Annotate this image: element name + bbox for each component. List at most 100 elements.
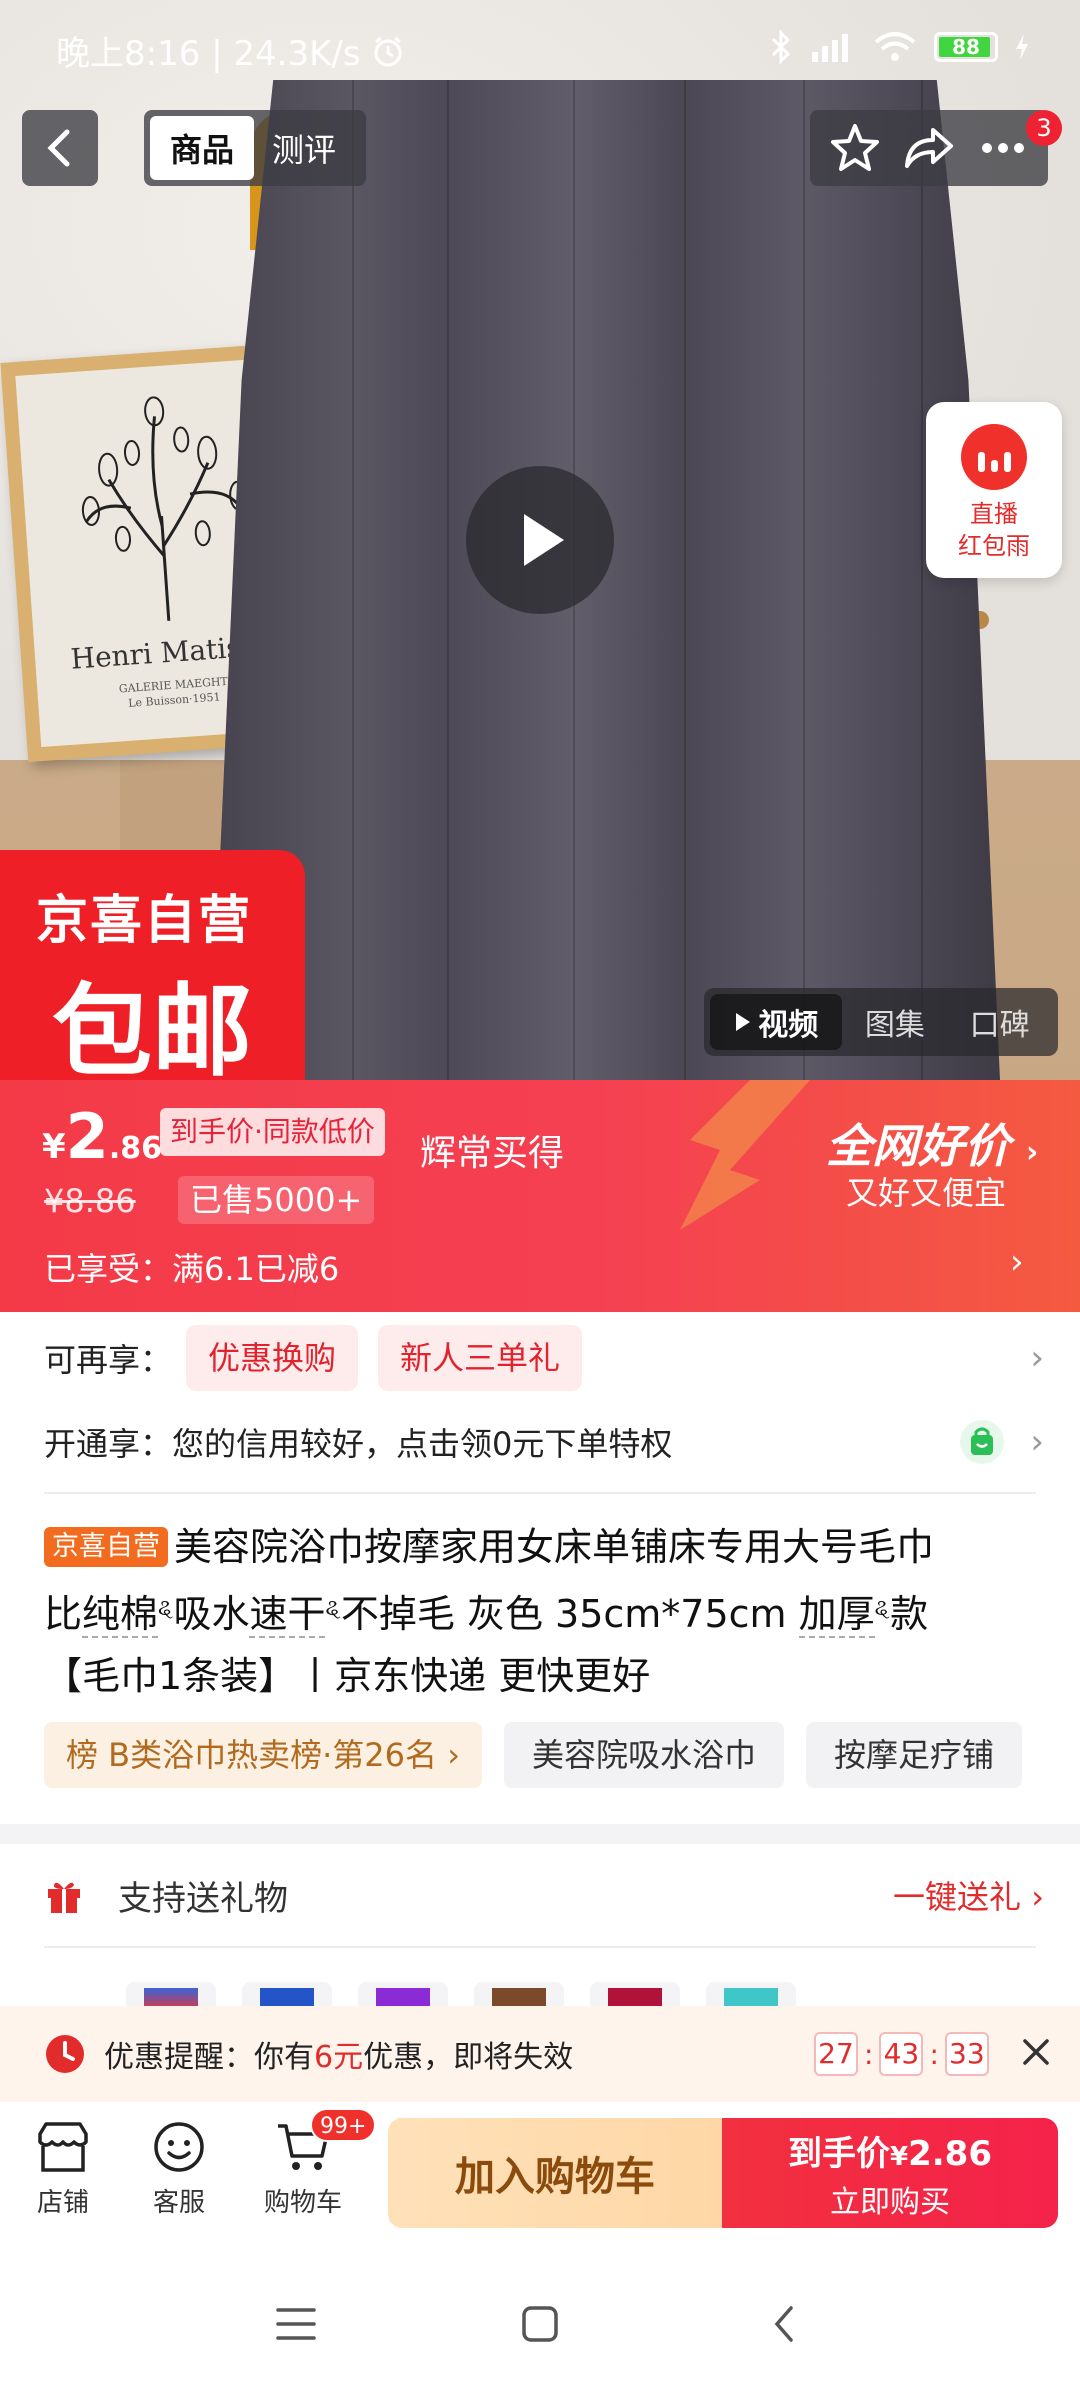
back-arrow-icon	[47, 129, 70, 167]
chip-exchange[interactable]: 优惠换购	[186, 1325, 359, 1391]
cart-label: 购物车	[263, 2188, 342, 2218]
coupon-text-a: 优惠提醒：你有	[104, 2040, 314, 2075]
top-right-actions	[810, 110, 1048, 186]
buy-now-button[interactable]: 到手价 ¥ 2.86 立即购买	[722, 2118, 1058, 2228]
tab-review[interactable]: 测评	[254, 116, 354, 180]
badge-main-text: 包邮	[52, 973, 252, 1090]
price-slogan: 辉常买得	[420, 1133, 565, 1174]
price-tag: 到手价·同款低价	[160, 1108, 385, 1156]
gift-row[interactable]: 支持送礼物 一键送礼 ›	[44, 1862, 1044, 1928]
customer-service-button[interactable]: 客服	[124, 2120, 234, 2219]
chip-newcomer[interactable]: 新人三单礼	[378, 1325, 583, 1391]
price-banner[interactable]: ¥ 2 .86 到手价·同款低价 辉常买得 ¥8.86 已售5000+ 全网好价…	[0, 1080, 1080, 1312]
tag-chip-massage[interactable]: 按摩足疗铺	[806, 1722, 1023, 1788]
media-tab-video[interactable]: 视频	[710, 994, 843, 1050]
credit-privilege-row[interactable]: 开通享：您的信用较好，点击领0元下单特权 ›	[44, 1412, 1044, 1472]
final-price: ¥ 2 .86	[42, 1100, 162, 1173]
store-button[interactable]: 店铺	[8, 2120, 118, 2219]
best-price-subtitle: 又好又便宜	[846, 1174, 1007, 1212]
extra-benefits-label: 可再享：	[44, 1341, 173, 1379]
title-keyword-thick[interactable]: 加厚	[798, 1592, 875, 1638]
ranking-chip[interactable]: 榜 B类浴巾热卖榜·第26名 ›	[44, 1722, 482, 1788]
tab-product[interactable]: 商品	[150, 116, 254, 180]
clock-icon	[46, 2035, 84, 2073]
price-integer: 2	[65, 1100, 109, 1173]
cart-count-badge: 99+	[310, 2108, 377, 2142]
gift-icon	[48, 1882, 80, 1913]
menu-icon	[276, 2308, 316, 2340]
search-small-icon: ୡ	[325, 1596, 341, 1621]
shopping-bag-icon	[960, 1420, 1004, 1464]
title-keyword-cotton[interactable]: 纯棉	[82, 1592, 159, 1638]
buy-currency: ¥	[890, 2141, 909, 2172]
buy-now-label: 立即购买	[830, 2184, 950, 2220]
timer-seconds: 33	[944, 2032, 989, 2076]
divider	[44, 1946, 1036, 1948]
favorite-button[interactable]	[823, 116, 887, 180]
buy-price: 2.86	[908, 2133, 992, 2174]
status-bar: 晚上8:16 | 24.3K/s 88	[0, 0, 1080, 96]
cellular-signal-icon	[812, 34, 848, 62]
credit-privilege-text: 开通享：您的信用较好，点击领0元下单特权	[44, 1425, 673, 1463]
price-currency: ¥	[42, 1127, 66, 1167]
coupon-reminder-text: 优惠提醒：你有6元优惠，即将失效	[104, 2032, 573, 2076]
search-small-icon: ୡ	[874, 1596, 891, 1621]
buy-price-prefix: 到手价	[788, 2133, 890, 2174]
coupon-amount: 6元	[314, 2040, 364, 2075]
share-button[interactable]	[897, 116, 961, 180]
extra-benefits-row[interactable]: 可再享： 优惠换购 新人三单礼 ›	[44, 1324, 1044, 1392]
alarm-icon	[374, 36, 402, 66]
timer-minutes: 43	[879, 2032, 924, 2076]
down-arrow-decoration	[680, 1080, 810, 1230]
chevron-right-icon: ›	[1010, 1242, 1024, 1282]
top-tab-switcher: 商品 测评	[144, 110, 366, 186]
buy-price-line: 到手价 ¥ 2.86	[788, 2126, 992, 2175]
best-price-label: 全网好价	[826, 1119, 1010, 1173]
search-small-icon: ୡ	[158, 1596, 174, 1621]
product-title: 京喜自营 美容院浴巾按摩家用女床单铺床专用大号毛巾 比纯棉ୡ吸水速干ୡ不掉毛 灰色…	[44, 1516, 1044, 1707]
charging-icon	[1016, 34, 1028, 60]
rank-tags-row: 榜 B类浴巾热卖榜·第26名 › 美容院吸水浴巾 按摩足疗铺	[44, 1722, 1023, 1788]
share-icon	[905, 128, 953, 168]
system-back-button[interactable]	[754, 2294, 814, 2354]
coupon-reminder[interactable]: 优惠提醒：你有6元优惠，即将失效 27: 43: 33	[0, 2006, 1080, 2102]
media-tab-video-label: 视频	[758, 1008, 819, 1043]
play-video-button[interactable]	[466, 466, 614, 614]
ranking-label: 榜 B类浴巾热卖榜·第26名	[66, 1736, 438, 1774]
battery-icon: 88	[934, 32, 998, 62]
add-to-cart-button[interactable]: 加入购物车	[388, 2118, 722, 2228]
recent-apps-button[interactable]	[266, 2294, 326, 2354]
section-gap	[0, 1824, 1080, 1844]
countdown-timer: 27: 43: 33	[814, 2032, 989, 2076]
status-time-speed: 晚上8:16 | 24.3K/s	[56, 34, 361, 74]
title-segment: 不掉毛 灰色 35cm*75cm	[340, 1592, 799, 1636]
title-keyword-quickdry[interactable]: 速干	[249, 1592, 326, 1638]
message-count-badge: 3	[1026, 110, 1062, 146]
best-price-title[interactable]: 全网好价 ›	[826, 1110, 1038, 1176]
media-tab-reviews[interactable]: 口碑	[947, 994, 1052, 1050]
battery-level: 88	[952, 35, 980, 59]
live-red-packet-label: 直播 红包雨	[958, 500, 1030, 560]
star-icon	[831, 124, 879, 171]
sold-count: 已售5000+	[178, 1176, 375, 1224]
title-line-1: 美容院浴巾按摩家用女床单铺床专用大号毛巾	[174, 1525, 935, 1569]
chevron-right-icon: ›	[1026, 1135, 1039, 1170]
store-icon	[38, 2122, 88, 2172]
price-decimal: .86	[108, 1131, 162, 1166]
bottom-action-bar: 店铺 客服 99+ 购物车 加入购物车 到手价 ¥ 2.86 立即购买	[0, 2102, 1080, 2244]
cart-button[interactable]: 99+ 购物车	[248, 2108, 377, 2219]
home-button[interactable]	[510, 2294, 570, 2354]
close-icon	[1023, 2039, 1049, 2065]
live-red-packet-button[interactable]: 直播 红包雨	[926, 402, 1062, 578]
chevron-right-icon: ›	[1030, 1422, 1044, 1462]
back-button[interactable]	[22, 110, 98, 186]
send-gift-button[interactable]: 一键送礼 ›	[893, 1872, 1044, 1918]
close-reminder-button[interactable]	[1012, 2028, 1060, 2076]
tag-chip-spa-towel[interactable]: 美容院吸水浴巾	[504, 1722, 785, 1788]
media-tab-gallery[interactable]: 图集	[842, 994, 947, 1050]
title-segment: 款	[890, 1592, 929, 1636]
gray-towel	[210, 80, 1000, 1080]
title-segment: 比	[44, 1592, 83, 1636]
chevron-right-icon: ›	[1030, 1338, 1044, 1378]
original-price: ¥8.86	[44, 1182, 136, 1220]
